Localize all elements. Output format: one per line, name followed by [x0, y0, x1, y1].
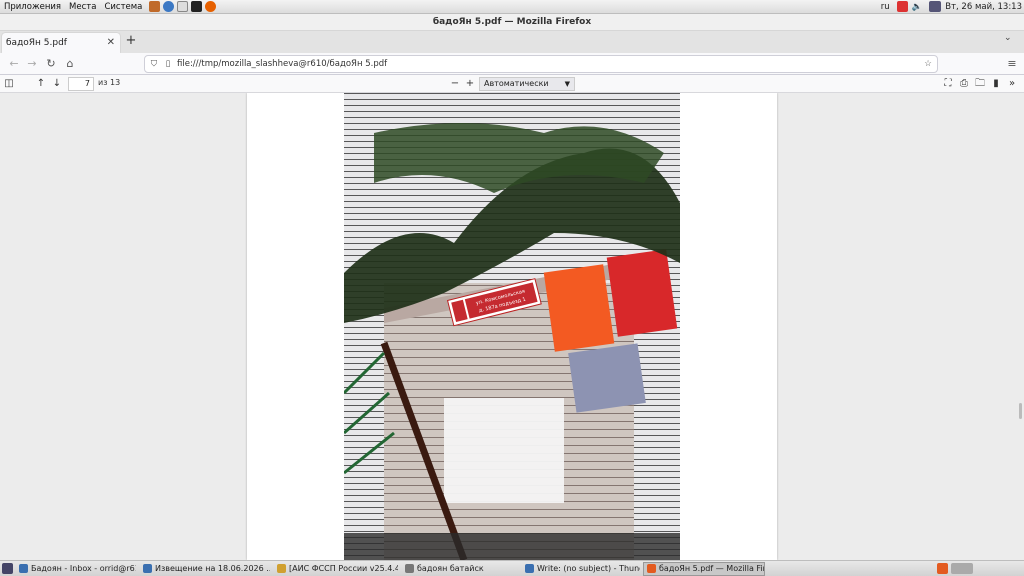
places-menu[interactable]: Места: [65, 2, 100, 12]
taskbar: Бадоян - Inbox - orrid@r61... Извещение …: [0, 560, 1024, 576]
network-icon[interactable]: [929, 1, 942, 12]
task-thunderbird-inbox[interactable]: Бадоян - Inbox - orrid@r61...: [15, 562, 137, 576]
volume-icon[interactable]: 🔈: [912, 2, 923, 12]
zoom-in-icon[interactable]: +: [463, 76, 477, 92]
task-folder[interactable]: бадоян батайск: [401, 562, 519, 576]
bookmark-star-icon[interactable]: ☆: [923, 59, 933, 69]
tab-pdf[interactable]: бадоЯн 5.pdf ✕: [2, 33, 120, 53]
workspace-switcher-icon[interactable]: [937, 563, 948, 574]
thunderbird-icon: [19, 564, 28, 573]
task-thunderbird-write[interactable]: Write: (no subject) - Thunde...: [521, 562, 641, 576]
shield-icon[interactable]: ⛉: [149, 59, 159, 69]
menu-icon[interactable]: ≡: [1004, 56, 1020, 72]
firefox-icon: [647, 564, 656, 573]
url-text: file:///tmp/mozilla_slashheva@r610/бадоЯ…: [177, 59, 388, 69]
zoom-value: Автоматически: [484, 79, 549, 88]
window-title-bar[interactable]: бадоЯн 5.pdf — Mozilla Firefox: [0, 14, 1024, 31]
pdf-page: ул. Комсомольская д. 187а подъезд 1: [247, 93, 777, 560]
pdf-viewer[interactable]: ул. Комсомольская д. 187а подъезд 1: [0, 93, 1024, 560]
photo-drawing: ул. Комсомольская д. 187а подъезд 1: [344, 93, 680, 560]
task-ais-fssp[interactable]: [АИС ФССП России v25.4.4...: [273, 562, 399, 576]
building-photo: ул. Комсомольская д. 187а подъезд 1: [344, 93, 680, 560]
scrollbar[interactable]: [1019, 403, 1022, 419]
back-icon[interactable]: ←: [6, 56, 22, 72]
java-icon: [277, 564, 286, 573]
keyboard-layout[interactable]: ru: [881, 2, 890, 12]
page-icon: ▯: [165, 59, 171, 69]
thunderbird-icon: [525, 564, 534, 573]
zoom-select[interactable]: Автоматически ▼: [479, 77, 575, 91]
task-notice[interactable]: Извещение на 18.06.2026 ...: [139, 562, 271, 576]
tab-label: бадоЯн 5.pdf: [6, 38, 67, 48]
document-icon: [143, 564, 152, 573]
page-count: из 13: [98, 78, 121, 87]
pdf-toolbar: ◫ ↑ ↓ 7 из 13 − + Автоматически ▼ ⛶ ⎙ 🗀 …: [0, 75, 1024, 93]
system-tray: ru 🔈 Вт, 26 май, 13:13: [881, 1, 1024, 12]
navigation-bar: ← → ↻ ⌂ ⛉ ▯ file:///tmp/mozilla_slashhev…: [0, 53, 1024, 75]
sidebar-toggle-icon[interactable]: ◫: [2, 76, 16, 92]
thunderbird-icon[interactable]: [149, 1, 161, 12]
applications-menu[interactable]: Приложения: [0, 2, 65, 12]
browser-icon[interactable]: [163, 1, 175, 12]
folder-icon: [405, 564, 414, 573]
home-icon[interactable]: ⌂: [62, 56, 78, 72]
new-tab-button[interactable]: +: [124, 33, 138, 49]
forward-icon[interactable]: →: [24, 56, 40, 72]
task-firefox[interactable]: бадоЯн 5.pdf — Mozilla Fire...: [643, 561, 765, 576]
tab-strip: бадоЯн 5.pdf ✕: [0, 31, 1024, 53]
chevron-down-icon: ▼: [564, 80, 570, 88]
firefox-icon[interactable]: [205, 1, 217, 12]
zoom-out-icon[interactable]: −: [448, 76, 462, 92]
close-icon[interactable]: ✕: [107, 37, 115, 48]
workspace-icon[interactable]: [951, 563, 973, 574]
page-number-input[interactable]: 7: [68, 77, 94, 91]
top-panel: Приложения Места Система ru 🔈 Вт, 26 май…: [0, 0, 1024, 14]
show-desktop-icon[interactable]: [2, 563, 13, 574]
tools-icon[interactable]: »: [1005, 76, 1019, 92]
system-menu[interactable]: Система: [100, 2, 146, 12]
reload-icon[interactable]: ↻: [43, 56, 59, 72]
clock[interactable]: Вт, 26 май, 13:13: [945, 2, 1022, 12]
notification-icon[interactable]: [896, 1, 908, 12]
terminal-icon[interactable]: [191, 1, 203, 12]
bookmark-icon[interactable]: ▮: [989, 76, 1003, 92]
editor-icon[interactable]: [177, 1, 189, 12]
save-icon[interactable]: 🗀: [973, 76, 987, 92]
window-title: бадоЯн 5.pdf — Mozilla Firefox: [432, 17, 592, 27]
url-bar[interactable]: ⛉ ▯ file:///tmp/mozilla_slashheva@r610/б…: [144, 55, 938, 73]
previous-page-icon[interactable]: ↑: [34, 76, 48, 92]
print-icon[interactable]: ⎙: [957, 76, 971, 92]
chevron-down-icon[interactable]: ⌄: [1004, 33, 1012, 43]
presentation-mode-icon[interactable]: ⛶: [941, 76, 955, 92]
next-page-icon[interactable]: ↓: [50, 76, 64, 92]
